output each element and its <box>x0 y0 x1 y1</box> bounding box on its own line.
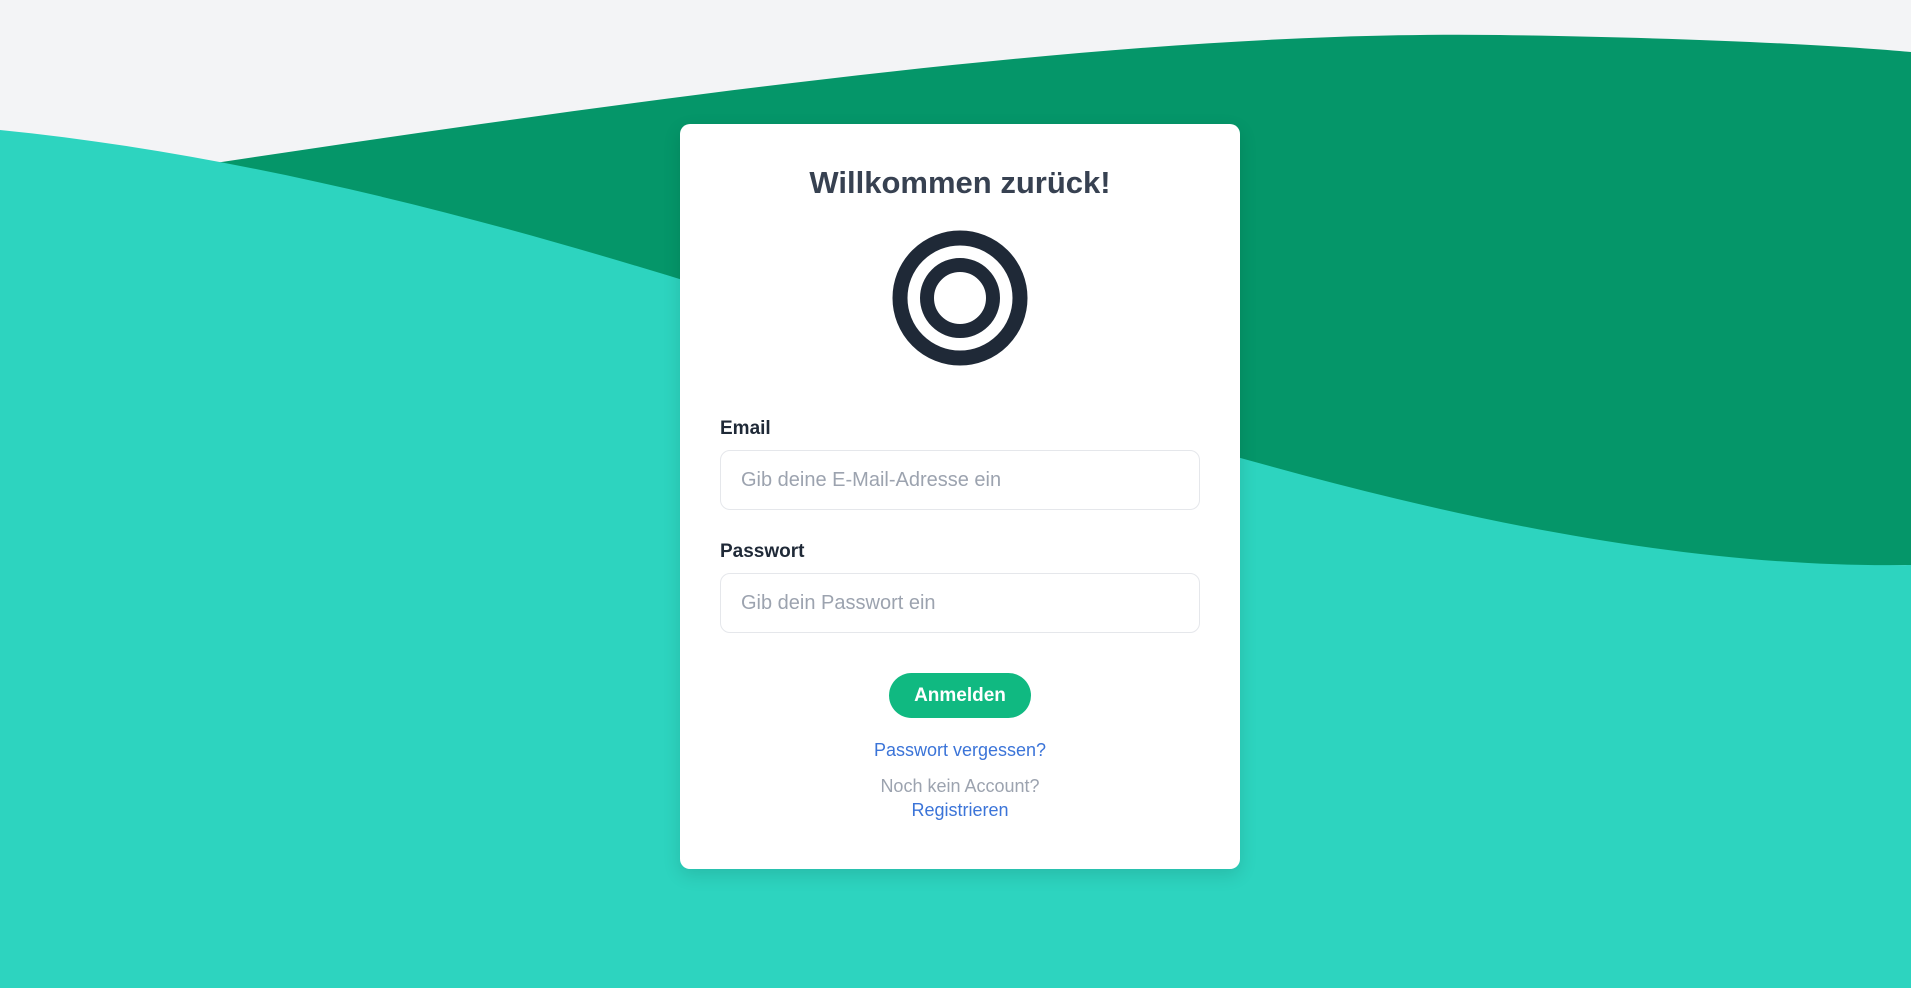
submit-row: Anmelden <box>720 673 1200 719</box>
email-input[interactable] <box>720 450 1200 511</box>
concentric-circles-logo-icon <box>892 230 1028 366</box>
login-card: Willkommen zurück! Email Passwort Anmeld… <box>680 124 1240 869</box>
login-button[interactable]: Anmelden <box>889 673 1031 719</box>
forgot-password-link[interactable]: Passwort vergessen? <box>720 740 1200 761</box>
no-account-text: Noch kein Account? <box>880 776 1040 797</box>
login-page: Willkommen zurück! Email Passwort Anmeld… <box>0 0 1911 988</box>
email-label: Email <box>720 418 771 440</box>
password-label: Passwort <box>720 541 805 563</box>
password-input[interactable] <box>720 573 1200 634</box>
page-title: Willkommen zurück! <box>809 165 1111 200</box>
register-link[interactable]: Registrieren <box>720 800 1200 821</box>
